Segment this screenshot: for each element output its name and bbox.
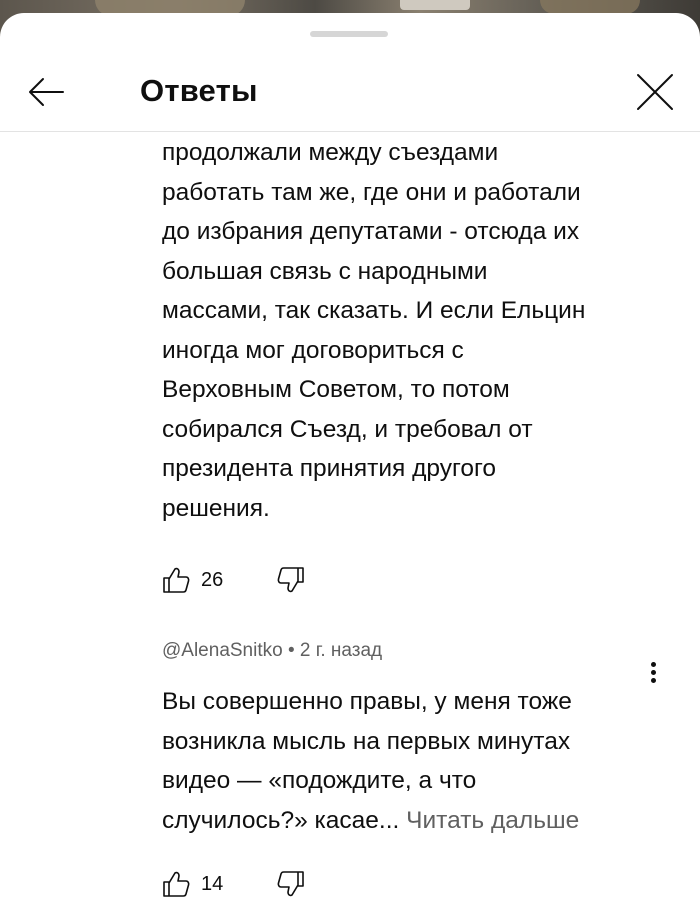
- thumbs-down-icon: [277, 567, 304, 593]
- reply-text-line: Вы совершенно правы, у меня тоже: [162, 688, 572, 715]
- more-vertical-icon-dot: [651, 670, 656, 675]
- reply-text-line: собирался Съезд, и требовал от: [162, 415, 533, 443]
- sheet-header: Ответы: [0, 53, 700, 132]
- reply-text-line: президента принятия другого: [162, 455, 497, 482]
- reply-actions: 14: [160, 867, 311, 901]
- drag-handle[interactable]: [310, 31, 388, 37]
- thumbs-up-icon: [163, 567, 190, 593]
- truncated-text: случилось?» касае...: [162, 806, 400, 834]
- dislike-button[interactable]: [275, 867, 311, 901]
- arrow-left-icon: [29, 78, 64, 106]
- like-count: 26: [201, 568, 224, 591]
- reply-timestamp: 2 г. назад: [299, 640, 383, 661]
- more-vertical-icon: [651, 662, 656, 667]
- meta-separator: •: [287, 640, 295, 661]
- back-button[interactable]: [22, 67, 72, 117]
- thumbs-up-icon: [163, 871, 190, 897]
- reply-text-line: решения.: [162, 494, 270, 522]
- author-handle[interactable]: @AlenaSnitko: [162, 640, 283, 661]
- reply-text-line: работать там же, где они и работали: [162, 178, 581, 206]
- reply-text-line: возникла мысль на первых минутах: [162, 727, 571, 755]
- read-more-link[interactable]: Читать дальше: [406, 807, 579, 834]
- replies-sheet: Ответы продолжали между съездами работат…: [0, 13, 700, 907]
- reply-actions: 26: [160, 563, 311, 597]
- like-button[interactable]: [160, 867, 196, 901]
- like-button[interactable]: [160, 563, 196, 597]
- close-button[interactable]: [630, 67, 680, 117]
- reply-text-line: до избрания депутатами - отсюда их: [162, 218, 580, 245]
- reply-text-line: продолжали между съездами: [162, 139, 499, 166]
- replies-list[interactable]: продолжали между съездами работать там ж…: [0, 132, 700, 907]
- reply-text-line: большая связь с народными: [162, 257, 488, 285]
- page-title: Ответы: [140, 73, 258, 108]
- like-count: 14: [201, 872, 224, 895]
- reply-text-line: Верховным Советом, то потом: [162, 376, 510, 403]
- reply-text-line: иногда мог договориться с: [162, 336, 464, 364]
- reply-text-line-last: случилось?» касае... Читать дальше: [162, 801, 672, 841]
- dislike-button[interactable]: [275, 563, 311, 597]
- reply-text: продолжали между съездами работать там ж…: [162, 133, 672, 528]
- thumbs-down-icon: [277, 871, 304, 897]
- reply-text-line: массами, так сказать. И если Ельцин: [162, 297, 586, 324]
- reply-text-line: видео — «подождите, а что: [162, 767, 477, 794]
- close-icon: [637, 74, 673, 110]
- reply-meta: @AlenaSnitko • 2 г. назад: [162, 640, 382, 662]
- reply-text: Вы совершенно правы, у меня тоже возникл…: [162, 682, 672, 840]
